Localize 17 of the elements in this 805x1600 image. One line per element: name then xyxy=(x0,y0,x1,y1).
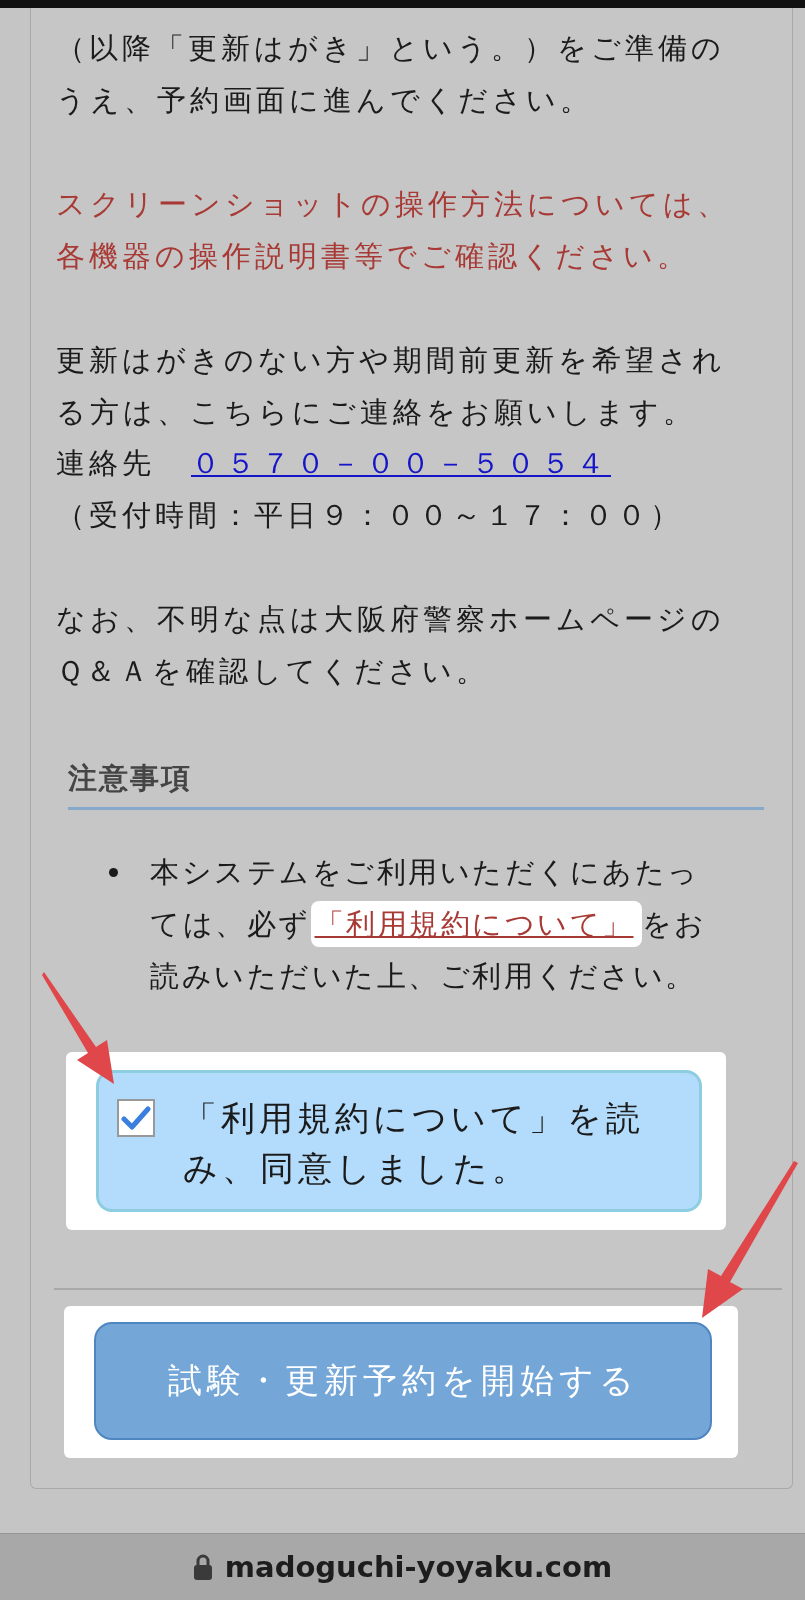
checkbox[interactable] xyxy=(117,1099,155,1137)
terms-link[interactable]: 「利用規約について」 xyxy=(310,901,642,947)
section-heading: 注意事項 xyxy=(68,759,764,810)
url-text: madoguchi-yoyaku.com xyxy=(224,1550,613,1584)
intro-paragraph: （以降「更新はがき」という。）をご準備の うえ、予約画面に進んでください。 xyxy=(56,30,726,119)
agreement-checkbox[interactable]: 「利用規約について」を読み、同意しました。 xyxy=(96,1070,702,1212)
terms-notice: 本システムをご利用いただくにあたっては、必ず「利用規約について」 をお読みいただいた上、ご利用ください。 xyxy=(150,854,708,995)
contact-paragraph: 更新はがきのない方や期間前更新を希望され る方は、こちらにご連絡をお願いします。 xyxy=(56,342,727,431)
lock-icon xyxy=(192,1554,213,1580)
bullet-icon xyxy=(109,868,118,877)
url-bar[interactable]: madoguchi-yoyaku.com xyxy=(0,1533,805,1600)
hours-text: （受付時間：平日９：００～１７：００） xyxy=(56,497,684,534)
contact-label: 連絡先 xyxy=(56,445,155,482)
phone-link[interactable]: ０５７０－００－５０５４ xyxy=(191,438,611,489)
checkmark-icon xyxy=(121,1105,151,1131)
qa-paragraph: なお、不明な点は大阪府警察ホームページの Ｑ＆Ａを確認してください。 xyxy=(56,601,726,690)
screenshot-note: スクリーンショットの操作方法については、 各機器の操作説明書等でご確認ください。 xyxy=(56,186,731,275)
